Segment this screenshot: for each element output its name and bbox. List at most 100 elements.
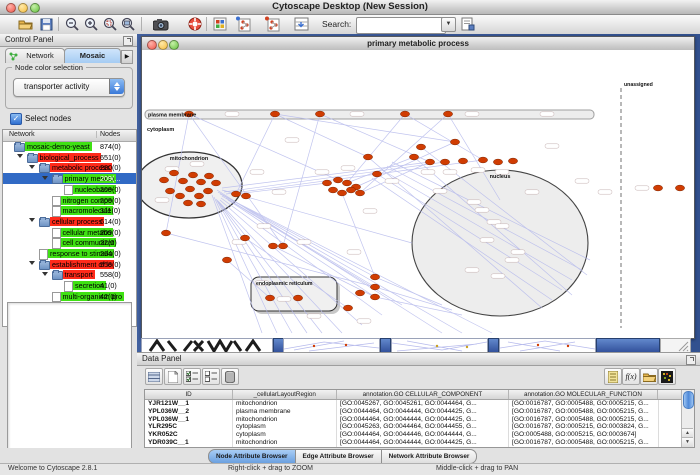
background-window-titlebar[interactable] bbox=[380, 338, 391, 352]
background-window-titlebar[interactable] bbox=[596, 338, 660, 352]
network-node[interactable] bbox=[178, 178, 187, 184]
table-cell[interactable]: [GO:0016787, GO:0005488, GO:0005215, G..… bbox=[509, 400, 659, 408]
network-node[interactable] bbox=[370, 294, 379, 300]
network-node[interactable] bbox=[165, 188, 174, 194]
network-node[interactable] bbox=[355, 290, 364, 296]
table-cell[interactable]: YDR039C__1 bbox=[145, 439, 233, 447]
table-header-molecular-function[interactable]: annotation.GO MOLECULAR_FUNCTION bbox=[509, 390, 659, 399]
network-node[interactable] bbox=[370, 274, 379, 280]
network-node[interactable] bbox=[337, 190, 346, 196]
tree-row-mosaic-demo-yeast[interactable]: mosaic-demo-yeast874(0) bbox=[3, 141, 136, 152]
zoom-selected-icon[interactable] bbox=[101, 16, 118, 32]
table-cell[interactable]: YKR052C bbox=[145, 431, 233, 439]
table-cell[interactable] bbox=[659, 416, 682, 424]
tree-row-establishment-of-lo[interactable]: establishment of lo558(0) bbox=[3, 259, 136, 270]
scroll-down-icon[interactable]: ▼ bbox=[682, 437, 693, 447]
network-node[interactable] bbox=[188, 172, 197, 178]
snapshot-icon[interactable] bbox=[152, 16, 169, 32]
table-scrollbar[interactable]: ▲ ▼ bbox=[681, 390, 694, 447]
network-canvas[interactable]: plasma membranecytoplasmmitochondrionnuc… bbox=[142, 50, 694, 338]
delete-attribute-icon[interactable] bbox=[221, 368, 239, 385]
tree-row-secretion[interactable]: secretion41(0) bbox=[3, 280, 136, 291]
network-node[interactable] bbox=[675, 185, 684, 191]
table-row[interactable]: YJR121W__1mitochondrion[GO:0045267, GO:0… bbox=[145, 400, 682, 408]
table-cell[interactable]: mitochondrion bbox=[233, 416, 337, 424]
table-cell[interactable]: mitochondrion bbox=[233, 439, 337, 447]
annotate-network-icon-2[interactable] bbox=[264, 16, 281, 32]
network-node[interactable] bbox=[409, 154, 418, 160]
network-node[interactable] bbox=[183, 200, 192, 206]
layout-region-icon[interactable] bbox=[211, 16, 228, 32]
compartment-plasma-membrane[interactable] bbox=[145, 110, 594, 119]
tab-mosaic[interactable]: Mosaic bbox=[64, 48, 121, 63]
tree-row-macromolecule[interactable]: macromolecule311(0) bbox=[3, 205, 136, 216]
select-nodes-checkbox[interactable]: ✓ bbox=[10, 113, 22, 125]
search-input[interactable] bbox=[356, 17, 446, 34]
table-cell[interactable]: [GO:0016787, GO:0005488, GO:0005215, G..… bbox=[509, 408, 659, 416]
network-node[interactable] bbox=[355, 190, 364, 196]
tree-expand-arrow[interactable] bbox=[42, 176, 48, 180]
tree-expand-arrow[interactable] bbox=[42, 272, 48, 276]
network-node[interactable] bbox=[440, 159, 449, 165]
network-node[interactable] bbox=[315, 111, 324, 117]
table-cell[interactable]: [GO:0016787, GO:0005215, GO:0003824, G..… bbox=[509, 423, 659, 431]
network-node[interactable] bbox=[169, 170, 178, 176]
network-node[interactable] bbox=[265, 295, 274, 301]
network-node[interactable] bbox=[653, 185, 662, 191]
table-cell[interactable]: [GO:0045263, GO:0044464, GO:0044455, G..… bbox=[337, 423, 509, 431]
network-window-titlebar[interactable]: primary metabolic process bbox=[142, 37, 694, 51]
table-cell[interactable]: [GO:0016787, GO:0005488, GO:0005215, G..… bbox=[509, 416, 659, 424]
tree-row-biological-process[interactable]: biological_process651(0) bbox=[3, 152, 136, 163]
tab-network-attribute-browser[interactable]: Network Attribute Browser bbox=[382, 449, 478, 464]
table-row[interactable]: YPL036W__2plasma membrane[GO:0044464, GO… bbox=[145, 408, 682, 416]
unselect-attributes-icon[interactable] bbox=[202, 368, 220, 385]
help-icon[interactable] bbox=[186, 16, 203, 32]
scrollbar-thumb[interactable] bbox=[683, 391, 694, 409]
network-node[interactable] bbox=[363, 154, 372, 160]
network-node[interactable] bbox=[270, 111, 279, 117]
table-cell[interactable]: YPL036W__1 bbox=[145, 416, 233, 424]
background-window-titlebar[interactable] bbox=[488, 338, 499, 352]
network-node[interactable] bbox=[211, 180, 220, 186]
tab-node-attribute-browser[interactable]: Node Attribute Browser bbox=[208, 449, 296, 464]
zoom-out-icon[interactable] bbox=[63, 16, 80, 32]
select-attributes-icon[interactable] bbox=[183, 368, 201, 385]
network-node[interactable] bbox=[196, 201, 205, 207]
tree-row-cellular-metabo[interactable]: cellular metabo209(0) bbox=[3, 227, 136, 238]
table-cell[interactable] bbox=[659, 439, 682, 447]
table-cell[interactable]: [GO:0005488, GO:0005215, GO:0003674] bbox=[509, 431, 659, 439]
tree-row-nitrogen-compo[interactable]: nitrogen compo209(0) bbox=[3, 195, 136, 206]
network-node[interactable] bbox=[241, 193, 250, 199]
network-node[interactable] bbox=[161, 230, 170, 236]
network-node[interactable] bbox=[194, 193, 203, 199]
table-header-cellular-component[interactable]: annotation.GO CELLULAR_COMPONENT bbox=[337, 390, 508, 399]
tree-row-cellular-process[interactable]: cellular process614(0) bbox=[3, 216, 136, 227]
network-node[interactable] bbox=[322, 180, 331, 186]
table-cell[interactable] bbox=[659, 408, 682, 416]
table-row[interactable]: YLR295Ccytoplasm[GO:0045263, GO:0044464,… bbox=[145, 423, 682, 431]
tree-row-primary-metabo[interactable]: primary metabo209(... bbox=[3, 173, 136, 184]
table-cell[interactable]: cytoplasm bbox=[233, 431, 337, 439]
function-builder-icon[interactable]: f(x) bbox=[622, 368, 640, 385]
tree-row-nucleobase-[interactable]: nucleobase-209(0) bbox=[3, 184, 136, 195]
network-node[interactable] bbox=[278, 243, 287, 249]
table-cell[interactable]: cytoplasm bbox=[233, 423, 337, 431]
tree-expand-arrow[interactable] bbox=[17, 154, 23, 158]
background-window-fragment[interactable] bbox=[141, 338, 273, 352]
tree-expand-arrow[interactable] bbox=[29, 218, 35, 222]
network-node[interactable] bbox=[458, 158, 467, 164]
network-node[interactable] bbox=[346, 187, 355, 193]
network-node[interactable] bbox=[400, 111, 409, 117]
import-table-icon[interactable] bbox=[293, 16, 310, 32]
network-node[interactable] bbox=[478, 157, 487, 163]
attribute-table-icon[interactable] bbox=[145, 368, 163, 385]
tree-row-transport[interactable]: transport558(0) bbox=[3, 269, 136, 280]
zoom-fit-icon[interactable] bbox=[119, 16, 136, 32]
tab-edge-attribute-browser[interactable]: Edge Attribute Browser bbox=[296, 449, 382, 464]
network-node[interactable] bbox=[493, 159, 502, 165]
annotate-network-icon-1[interactable] bbox=[235, 16, 252, 32]
network-node[interactable] bbox=[416, 144, 425, 150]
network-node[interactable] bbox=[333, 177, 342, 183]
save-session-icon[interactable] bbox=[38, 16, 55, 32]
table-cell[interactable] bbox=[659, 400, 682, 408]
